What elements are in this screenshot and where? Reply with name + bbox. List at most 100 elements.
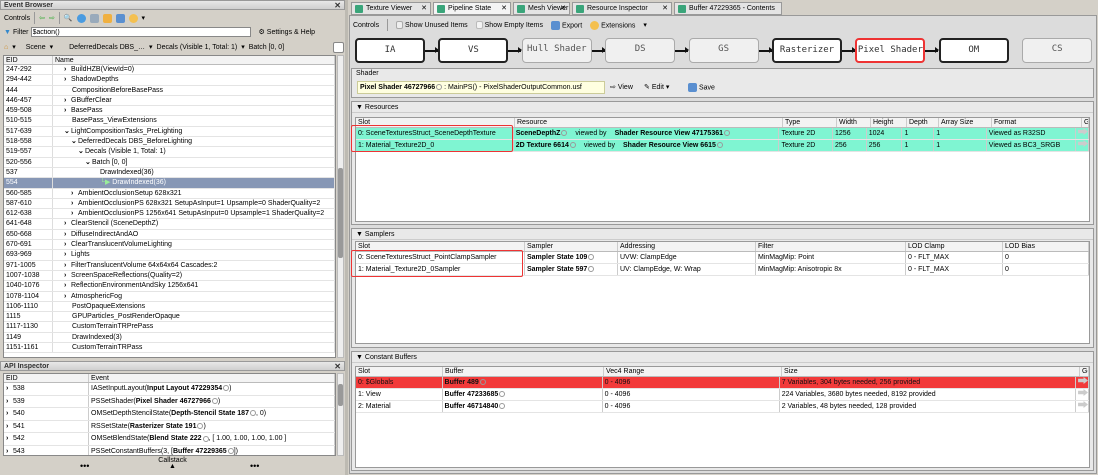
home-icon[interactable]: ⌂ bbox=[4, 44, 8, 51]
tab-label[interactable]: Resource Inspector bbox=[587, 5, 648, 12]
event-row[interactable]: 1117-1130 CustomTerrainTRPrePass bbox=[4, 322, 335, 333]
sampler-text[interactable]: Sampler State 597 bbox=[527, 266, 587, 273]
resource-link[interactable]: SceneDepthZ bbox=[516, 130, 561, 137]
event-row[interactable]: 1007-1038 › ScreenSpaceReflections(Quality… bbox=[4, 270, 335, 282]
close-icon[interactable]: ✕ bbox=[662, 3, 668, 15]
column-header-buffer[interactable]: Buffer bbox=[443, 367, 604, 376]
collapse-icon[interactable]: ▼ bbox=[356, 354, 363, 361]
column-header-depth[interactable]: Depth bbox=[907, 118, 939, 127]
event-row[interactable]: 537 DrawIndexed(36) bbox=[4, 167, 335, 179]
resource-link[interactable]: Blend State 222 bbox=[149, 435, 201, 442]
link-icon[interactable] bbox=[436, 84, 443, 91]
buffer-text[interactable]: Buffer 46714840 bbox=[445, 403, 499, 410]
event-row[interactable]: 518-558 ⌄DeferredDecals DBS_BeforeLightin… bbox=[4, 137, 335, 148]
filter-input[interactable] bbox=[30, 27, 251, 37]
event-row[interactable]: 612-638 › AmbientOcclusionPS 1256x641 Setu… bbox=[4, 209, 335, 220]
api-scrollbar[interactable] bbox=[337, 373, 344, 456]
stage-om[interactable]: OM bbox=[938, 38, 1009, 63]
more-icon[interactable]: ••• bbox=[250, 461, 259, 471]
expand-closed-icon[interactable]: › bbox=[64, 292, 71, 301]
link-icon[interactable] bbox=[479, 379, 486, 386]
column-header-slot[interactable]: Slot bbox=[356, 367, 443, 376]
event-row[interactable]: 517-639 ⌄LightCompositionTasks_PreLightin… bbox=[4, 126, 335, 138]
resource-link[interactable]: Input Layout 47229354 bbox=[147, 385, 222, 392]
samplers-header[interactable]: ▼ Samplers bbox=[352, 229, 1093, 240]
forward-arrow-icon[interactable]: ⇨ bbox=[49, 14, 55, 22]
dropdown-icon[interactable]: ▾ bbox=[643, 21, 647, 29]
expand-closed-icon[interactable]: › bbox=[64, 240, 71, 249]
view-link[interactable]: Shader Resource View 47175361 bbox=[615, 130, 723, 137]
gear-icon[interactable]: ⚙ bbox=[259, 28, 265, 36]
edit-icon[interactable] bbox=[333, 41, 344, 53]
show-unused-button[interactable]: Show Unused Items bbox=[396, 21, 468, 29]
stage-vs[interactable]: VS bbox=[438, 38, 509, 63]
column-header-event[interactable]: Event bbox=[89, 374, 335, 382]
stage-ia[interactable]: IA bbox=[355, 38, 425, 63]
api-row[interactable]: › 540 OMSetDepthStencilState(Depth-Stencil… bbox=[4, 408, 335, 421]
expand-closed-icon[interactable]: › bbox=[6, 421, 13, 433]
collapse-icon[interactable]: ▼ bbox=[356, 104, 363, 111]
resources-header[interactable]: ▼ Resources bbox=[352, 102, 1093, 113]
column-header-filter[interactable]: Filter bbox=[756, 242, 906, 251]
close-icon[interactable]: ✕ bbox=[421, 3, 427, 15]
expand-closed-icon[interactable]: › bbox=[64, 106, 71, 115]
column-header-name[interactable]: Name bbox=[53, 56, 335, 64]
go-arrow-icon[interactable] bbox=[1078, 401, 1088, 408]
resource-link[interactable]: Buffer 47229365 bbox=[173, 448, 227, 455]
buffer[interactable]: Buffer 47233685 bbox=[443, 389, 603, 400]
api-row[interactable]: › 543 PSSetConstantBuffers(3, [Buffer 4722… bbox=[4, 445, 335, 455]
save-icon[interactable] bbox=[115, 13, 125, 23]
api-row[interactable]: › 541 RSSetState(Rasterizer State 191) bbox=[4, 420, 335, 434]
column-header-eid[interactable]: EID bbox=[4, 374, 89, 382]
constant-buffers-header[interactable]: ▼ Constant Buffers bbox=[352, 352, 1093, 363]
sampler[interactable]: Sampler State 109 bbox=[525, 252, 618, 263]
save-shader-button[interactable]: Save bbox=[688, 83, 715, 92]
link-icon[interactable] bbox=[724, 130, 731, 137]
tab-mesh-viewer[interactable]: Mesh Viewer ✕ bbox=[513, 2, 570, 15]
go-arrow-icon[interactable] bbox=[1078, 389, 1088, 396]
go-arrow-icon[interactable] bbox=[1078, 140, 1088, 147]
event-row[interactable]: 520-556 ⌄Batch [0, 0] bbox=[4, 157, 335, 168]
tab-label[interactable]: Pipeline State bbox=[448, 5, 491, 12]
expand-closed-icon[interactable]: › bbox=[71, 199, 78, 208]
scrollbar-thumb[interactable] bbox=[338, 384, 343, 406]
buffer-text[interactable]: Buffer 47233685 bbox=[445, 391, 499, 398]
event-row[interactable]: 1151-1161 CustomTerrainTRPass bbox=[4, 343, 335, 354]
go-button[interactable] bbox=[1076, 377, 1089, 388]
extensions-icon[interactable] bbox=[128, 13, 138, 23]
expand-closed-icon[interactable]: › bbox=[6, 408, 13, 420]
column-header-vec4-range[interactable]: Vec4 Range bbox=[604, 367, 782, 376]
event-row[interactable]: 294-442 › ShadowDepths bbox=[4, 75, 335, 86]
expand-closed-icon[interactable]: › bbox=[64, 75, 71, 84]
event-row[interactable]: 641-648 › ClearStencil (SceneDepthZ) bbox=[4, 219, 335, 230]
dropdown-icon[interactable]: ▾ bbox=[12, 43, 16, 51]
expand-closed-icon[interactable]: › bbox=[64, 261, 71, 270]
dropdown-icon[interactable]: ▾ bbox=[149, 43, 153, 51]
settings-icon[interactable] bbox=[102, 13, 112, 23]
constant_buffers-row[interactable]: 2: Material Buffer 46714840 0 - 4096 2 Vari… bbox=[356, 401, 1089, 413]
link-icon[interactable] bbox=[588, 266, 595, 273]
splitter[interactable] bbox=[345, 0, 348, 475]
constant_buffers-row[interactable]: 1: View Buffer 47233685 0 - 4096 224 Variab… bbox=[356, 389, 1089, 401]
go-arrow-icon[interactable] bbox=[1078, 377, 1088, 384]
event-row[interactable]: 510-515 BasePass_ViewExtensions bbox=[4, 116, 335, 127]
breadcrumb-item[interactable]: Decals (Visible 1, Total: 1) bbox=[157, 44, 238, 51]
stage-cs[interactable]: CS bbox=[1022, 38, 1093, 63]
collapse-icon[interactable]: ▼ bbox=[356, 231, 363, 238]
dropdown-icon[interactable]: ▾ bbox=[50, 43, 54, 51]
link-icon[interactable] bbox=[716, 142, 723, 149]
find-icon[interactable]: 🔍 bbox=[64, 14, 73, 22]
stage-ds[interactable]: DS bbox=[605, 38, 676, 63]
link-icon[interactable] bbox=[499, 391, 506, 398]
tab-label[interactable]: Buffer 47229365 - Contents bbox=[689, 5, 775, 12]
event-row[interactable]: 650-668 › DiffuseIndirectAndAO bbox=[4, 229, 335, 241]
expand-open-icon[interactable]: ⌄ bbox=[85, 158, 92, 167]
resource-link[interactable]: 2D Texture 6614 bbox=[516, 142, 569, 149]
expand-closed-icon[interactable]: › bbox=[64, 219, 71, 228]
stage-hull-shader[interactable]: Hull Shader bbox=[521, 38, 592, 63]
link-icon[interactable] bbox=[499, 403, 506, 410]
event-row[interactable]: 1106-1110 PostOpaqueExtensions bbox=[4, 301, 335, 313]
dropdown-icon[interactable]: ▾ bbox=[142, 14, 146, 22]
event-row[interactable]: 670-691 › ClearTranslucentVolumeLighting bbox=[4, 240, 335, 251]
resource-link[interactable]: Pixel Shader 46727966 bbox=[136, 398, 211, 405]
